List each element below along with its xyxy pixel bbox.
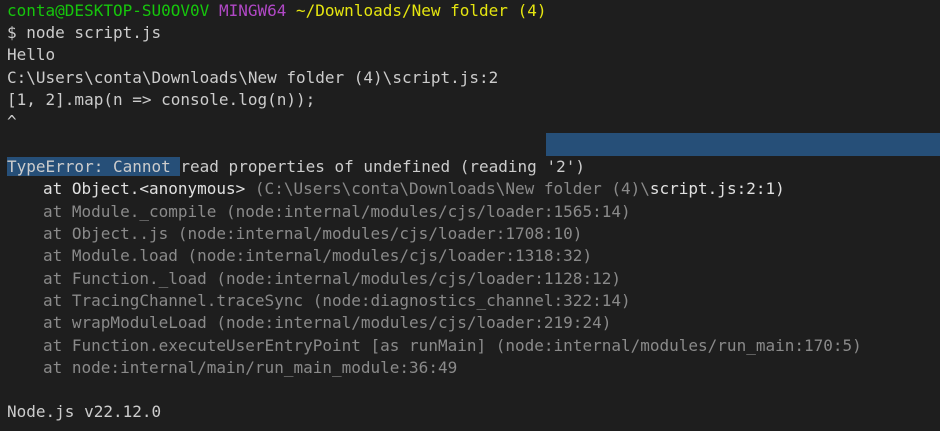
- prompt-cwd: ~/Downloads/New folder (4): [296, 1, 547, 20]
- stack-frame: at Module.load (node:internal/modules/cj…: [43, 246, 593, 265]
- error-caret: ^: [7, 112, 17, 131]
- error-message-text: read properties of undefined (reading '2…: [180, 157, 585, 176]
- stack-frame: at Object.<anonymous> (C:\Users\conta\Do…: [7, 178, 785, 200]
- stack-frame: at wrapModuleLoad (node:internal/modules…: [43, 313, 612, 332]
- text-selection-highlight: [546, 133, 940, 156]
- error-selected-text: TypeError: Cannot: [7, 157, 181, 176]
- stack-frame: at Module._compile (node:internal/module…: [43, 202, 631, 221]
- error-message-line: TypeError: Cannot read properties of und…: [7, 156, 585, 178]
- stack-frame: at Object..js (node:internal/modules/cjs…: [43, 224, 583, 243]
- stack-frame-location: (C:\Users\conta\Downloads\New folder (4)…: [254, 179, 650, 198]
- output-hello: Hello: [7, 45, 56, 64]
- terminal-window[interactable]: conta@DESKTOP-SU0OV0V MINGW64 ~/Download…: [0, 0, 940, 431]
- command-line: $ node script.js: [7, 23, 162, 42]
- stack-frame: at node:internal/main/run_main_module:36…: [43, 358, 458, 377]
- stack-frame: at TracingChannel.traceSync (node:diagno…: [43, 291, 631, 310]
- prompt-user-host: conta@DESKTOP-SU0OV0V: [7, 1, 210, 20]
- stack-frame-call: at Object.<anonymous>: [43, 179, 255, 198]
- error-file-location: C:\Users\conta\Downloads\New folder (4)\…: [7, 68, 499, 87]
- error-source-line: [1, 2].map(n => console.log(n));: [7, 90, 316, 109]
- node-version: Node.js v22.12.0: [7, 402, 162, 421]
- stack-frame: at Function._load (node:internal/modules…: [43, 269, 621, 288]
- stack-frame-file: script.js:2:1): [649, 179, 785, 198]
- prompt-line: conta@DESKTOP-SU0OV0V MINGW64 ~/Download…: [7, 0, 546, 22]
- prompt-shell-name: MINGW64: [218, 1, 287, 20]
- stack-frame: at Function.executeUserEntryPoint [as ru…: [43, 336, 862, 355]
